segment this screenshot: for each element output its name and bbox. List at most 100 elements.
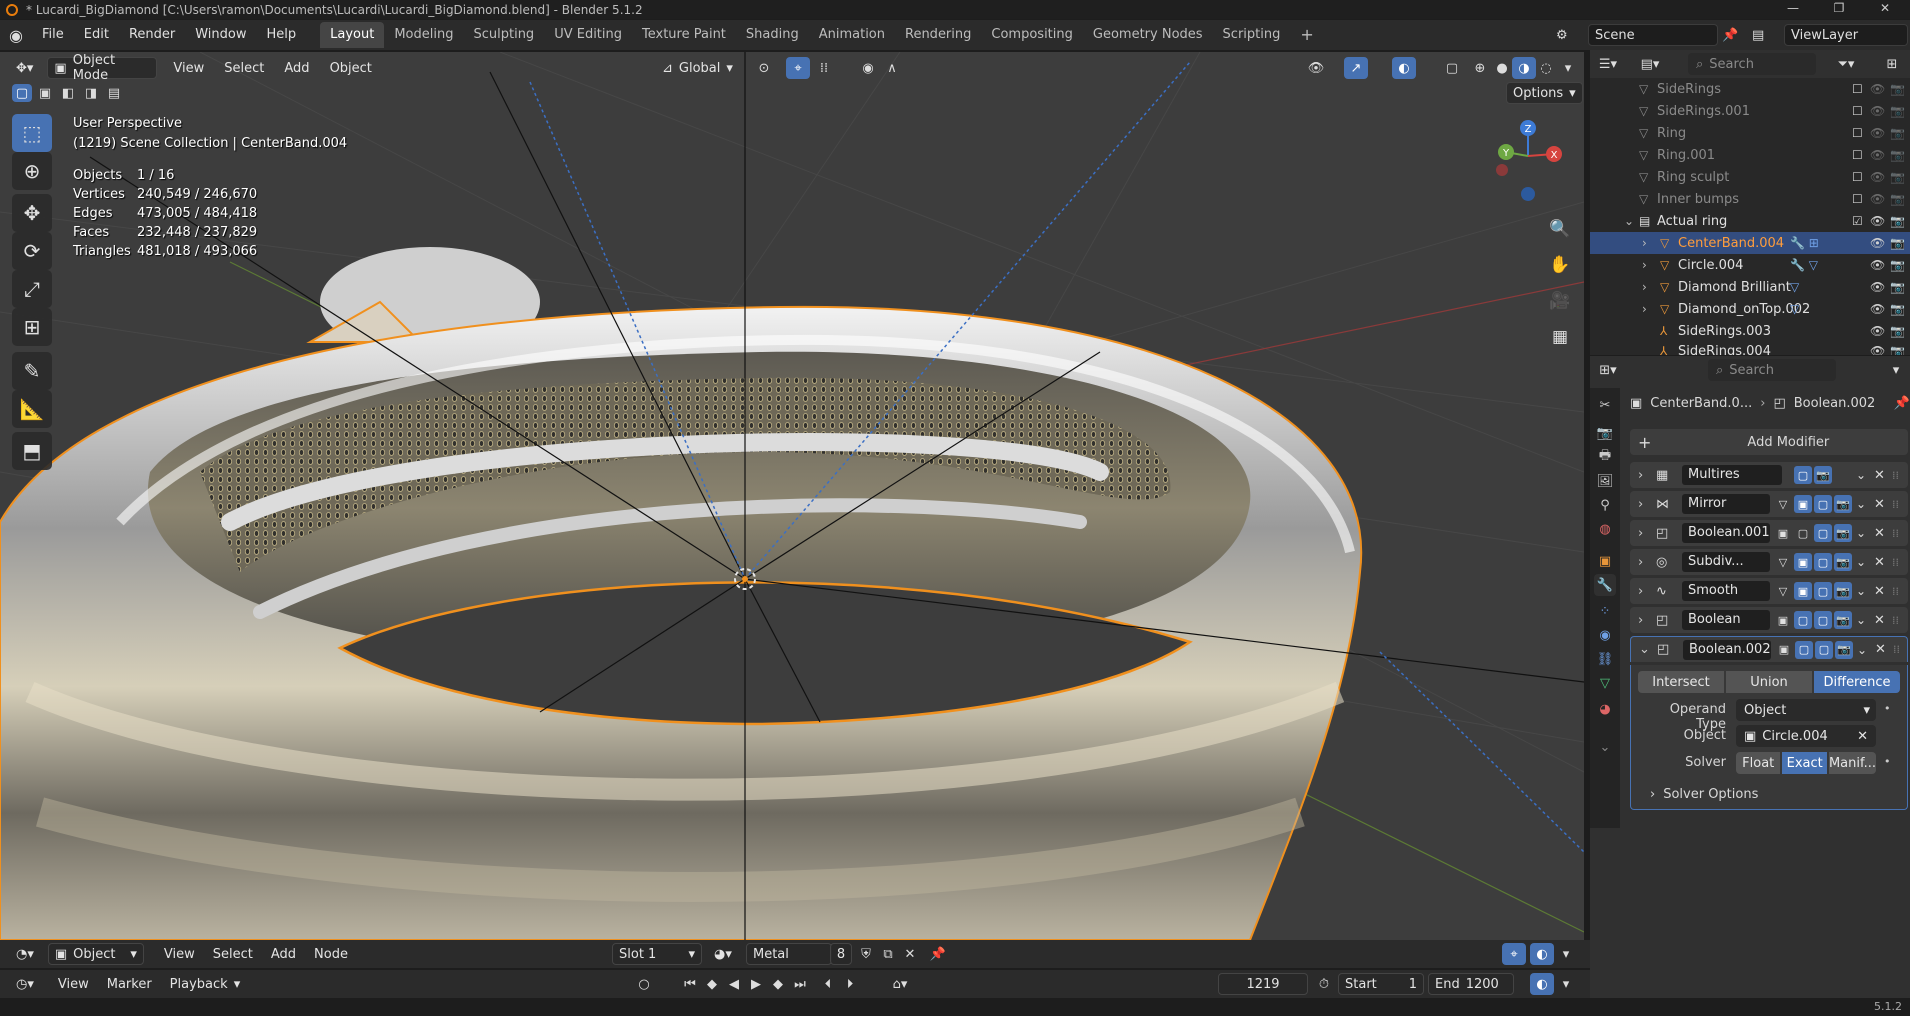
tab-animation[interactable]: Animation (809, 22, 895, 48)
render-camera-icon[interactable]: 📷 (1890, 258, 1905, 272)
menu-render[interactable]: Render (119, 20, 185, 50)
render-camera-icon[interactable]: 📷 (1890, 104, 1905, 118)
chevron-right-icon[interactable]: › (1638, 526, 1643, 541)
constraints-tab-icon[interactable]: ⛓ (1594, 648, 1616, 670)
outliner-item[interactable]: › ▽ Circle.004 🔧 ▽ 👁 📷 (1590, 254, 1910, 276)
next-keyframe-icon[interactable]: ◆ (766, 973, 790, 995)
edit-mode-toggle-icon[interactable]: ▣ (1794, 553, 1812, 571)
solver-options-subpanel[interactable]: › Solver Options (1650, 787, 1758, 802)
pivot-icon[interactable]: ⊙ (752, 57, 776, 79)
delete-modifier-icon[interactable]: ✕ (1874, 526, 1885, 541)
outliner-item[interactable]: ▽ SideRings.001 ☐ 👁 📷 (1590, 100, 1910, 122)
modifier-row[interactable]: › ◰ Boolean ▣ ▢ ▢ 📷 ⌄ ✕ ⁞⁞ (1630, 607, 1908, 633)
shader-menu-view[interactable]: View (158, 943, 201, 965)
tab-sculpting[interactable]: Sculpting (463, 22, 544, 48)
next-marker-icon[interactable]: ⏵ (838, 973, 862, 995)
exclude-checkbox[interactable]: ☐ (1852, 192, 1863, 206)
delete-modifier-icon[interactable]: ✕ (1875, 642, 1886, 657)
eye-icon[interactable]: 👁 (1870, 236, 1885, 250)
modifier-row[interactable]: › ▦ Multires ▢ 📷 ⌄ ✕ ⁞⁞ (1630, 462, 1908, 488)
shader-menu-node[interactable]: Node (308, 943, 354, 965)
exclude-checkbox[interactable]: ☐ (1852, 170, 1863, 184)
render-camera-icon[interactable]: 📷 (1890, 170, 1905, 184)
pin-icon[interactable]: 📌 (1722, 28, 1740, 43)
measure-tool[interactable]: 📐 (12, 390, 52, 428)
menu-view[interactable]: View (167, 57, 210, 79)
gizmo-neg-x-icon[interactable] (1496, 164, 1508, 176)
snap-toggle-icon[interactable]: ⌖ (1502, 943, 1526, 965)
edit-mode-icon[interactable]: ▣ (1775, 641, 1793, 659)
shader-menu-add[interactable]: Add (265, 943, 302, 965)
tab-modeling[interactable]: Modeling (384, 22, 463, 48)
render-camera-icon[interactable]: 📷 (1890, 192, 1905, 206)
outliner-item[interactable]: ▽ Inner bumps ☐ 👁 📷 (1590, 188, 1910, 210)
tab-rendering[interactable]: Rendering (895, 22, 981, 48)
perspective-toggle-icon[interactable]: ▦ (1545, 322, 1575, 352)
modifier-menu-icon[interactable]: ⌄ (1856, 497, 1866, 511)
auto-keying-icon[interactable]: ○ (632, 973, 656, 995)
expand-chevron-icon[interactable]: › (1642, 302, 1647, 316)
snap-icon[interactable]: ⌖ (786, 57, 810, 79)
exclude-checkbox[interactable]: ☐ (1852, 148, 1863, 162)
drag-handle-icon[interactable]: ⁞⁞ (1892, 498, 1899, 511)
keying-set-icon[interactable]: ⌂▾ (888, 973, 912, 995)
modifier-menu-icon[interactable]: ⌄ (1856, 613, 1866, 627)
menu-file[interactable]: File (32, 20, 74, 50)
menu-add[interactable]: Add (278, 57, 315, 79)
tab-texture-paint[interactable]: Texture Paint (632, 22, 736, 48)
on-cage-icon[interactable]: ▽ (1774, 553, 1792, 571)
render-toggle-icon[interactable]: 📷 (1814, 466, 1832, 484)
visibility-icon[interactable]: 👁 (1304, 57, 1328, 79)
exclude-checkbox[interactable]: ☐ (1852, 126, 1863, 140)
node-overlay-dropdown-icon[interactable]: ▾ (1554, 943, 1578, 965)
tab-uv-editing[interactable]: UV Editing (544, 22, 632, 48)
render-camera-icon[interactable]: 📷 (1890, 214, 1905, 228)
pin-node-tree-icon[interactable]: 📌 (926, 943, 950, 965)
navigation-gizmo[interactable]: Z X Y (1488, 116, 1568, 206)
outliner-item[interactable]: ▽ SideRings ☐ 👁 📷 (1590, 78, 1910, 100)
world-tab-icon[interactable]: ◍ (1594, 518, 1616, 540)
scale-tool[interactable]: ⤢ (12, 270, 52, 308)
display-mode-icon[interactable]: ▤▾ (1638, 53, 1662, 75)
union-button[interactable]: Union (1726, 671, 1812, 693)
on-cage-icon[interactable]: ▽ (1774, 495, 1792, 513)
stopwatch-icon[interactable]: ⏱ (1312, 973, 1336, 995)
edit-mode-toggle-icon[interactable]: ▣ (1794, 495, 1812, 513)
drag-handle-icon[interactable]: ⁞⁞ (1892, 469, 1899, 482)
modifier-name-field[interactable]: Boolean (1682, 610, 1770, 630)
transform-orientation[interactable]: ⊿ Global ▾ (656, 57, 739, 79)
properties-options-icon[interactable]: ▾ (1884, 359, 1908, 381)
gizmo-toggle-icon[interactable]: ↗ (1344, 57, 1368, 79)
modifier-menu-icon[interactable]: ⌄ (1856, 468, 1866, 482)
difference-button[interactable]: Difference (1814, 671, 1900, 693)
current-frame-field[interactable]: 1219 (1218, 973, 1308, 995)
add-modifier-button[interactable]: + Add Modifier (1630, 429, 1908, 455)
filter-icon[interactable]: ⏷▾ (1834, 53, 1858, 75)
expand-chevron-icon[interactable]: › (1642, 236, 1647, 250)
outliner-editor-type-icon[interactable]: ☰▾ (1596, 53, 1620, 75)
modifier-name-field[interactable]: Smooth (1682, 581, 1770, 601)
zoom-icon[interactable]: 🔍 (1545, 214, 1575, 244)
play-reverse-icon[interactable]: ◀ (722, 973, 746, 995)
modifier-menu-icon[interactable]: ⌄ (1856, 555, 1866, 569)
shader-menu-select[interactable]: Select (207, 943, 259, 965)
object-tab-icon[interactable]: ▣ (1594, 550, 1616, 572)
eye-icon[interactable]: 👁 (1870, 302, 1885, 316)
maximize-icon[interactable]: ❐ (1816, 0, 1862, 17)
prev-marker-icon[interactable]: ⏴ (816, 973, 840, 995)
tab-compositing[interactable]: Compositing (981, 22, 1083, 48)
tabs-collapse-icon[interactable]: ⌄ (1594, 736, 1616, 758)
data-tab-icon[interactable]: ▽ (1594, 672, 1616, 694)
outliner-item[interactable]: ⌄ ▤ Actual ring ☑ 👁 📷 (1590, 210, 1910, 232)
modifier-name-field[interactable]: Mirror (1682, 494, 1770, 514)
select-invert-icon[interactable]: ◨ (81, 84, 101, 102)
eye-icon[interactable]: 👁 (1870, 192, 1885, 206)
jump-end-icon[interactable]: ⏭ (788, 973, 812, 995)
fake-user-shield-icon[interactable]: ⛨ (854, 943, 878, 965)
eye-icon[interactable]: 👁 (1870, 170, 1885, 184)
timeline-menu-view[interactable]: View (52, 973, 95, 995)
expand-chevron-icon[interactable]: › (1642, 280, 1647, 294)
viewport-display-icon[interactable]: ▢ (1815, 640, 1833, 659)
eye-icon[interactable]: 👁 (1870, 280, 1885, 294)
select-subtract-icon[interactable]: ◧ (58, 84, 78, 102)
